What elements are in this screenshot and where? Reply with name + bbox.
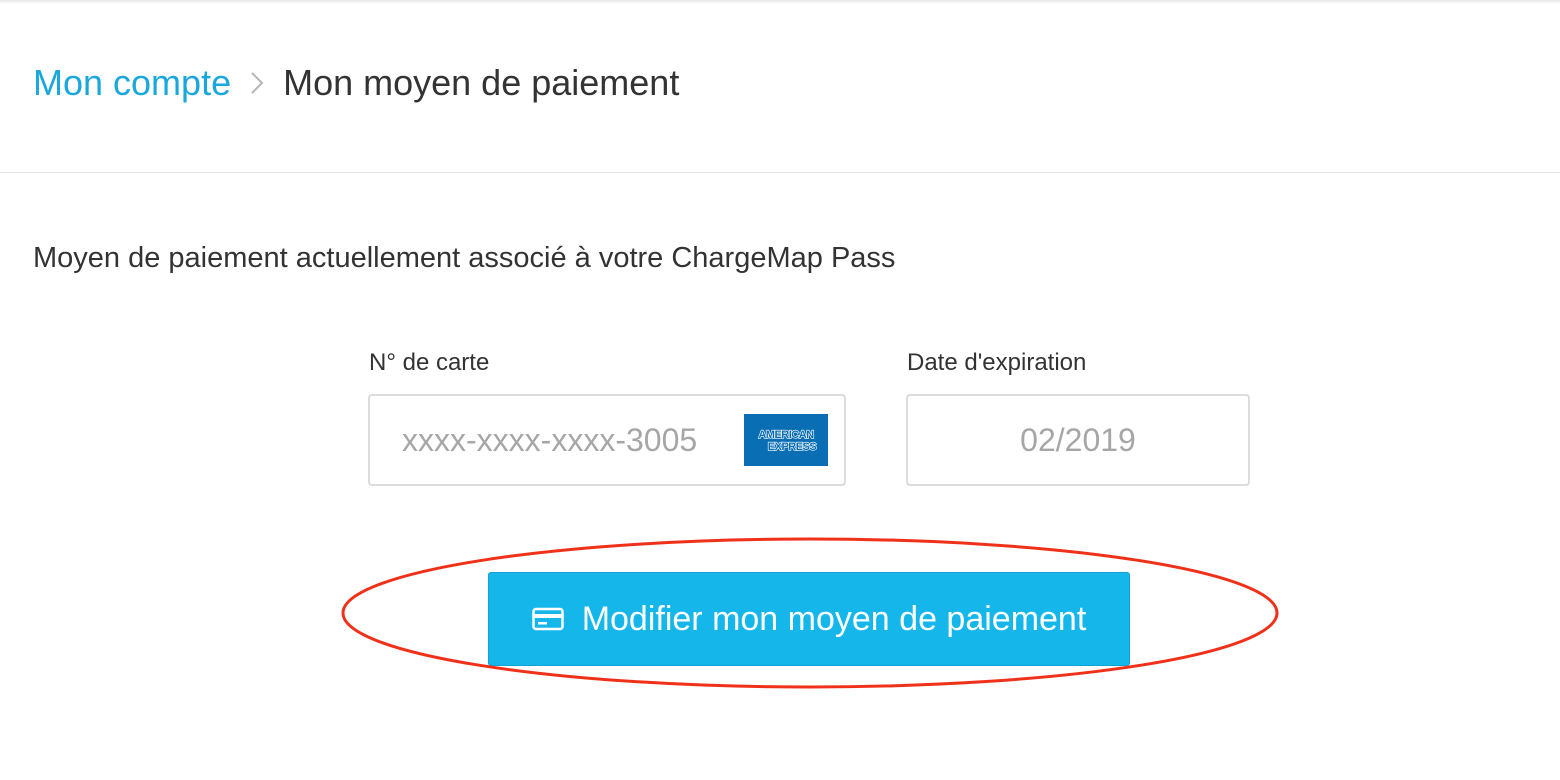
expiration-date-label: Date d'expiration xyxy=(907,349,1087,376)
chevron-right-icon xyxy=(249,70,265,96)
card-number-field: xxxx-xxxx-xxxx-3005 AMERICAN EXPRESS xyxy=(368,394,846,486)
header-divider xyxy=(0,172,1560,173)
breadcrumb-current: Mon moyen de paiement xyxy=(283,62,680,103)
svg-text:EXPRESS: EXPRESS xyxy=(768,441,817,453)
edit-payment-method-label: Modifier mon moyen de paiement xyxy=(581,600,1087,638)
expiration-date-field: 02/2019 xyxy=(906,394,1250,486)
card-number-value: xxxx-xxxx-xxxx-3005 xyxy=(402,422,698,458)
section-title: Moyen de paiement actuellement associé à… xyxy=(33,242,896,274)
american-express-logo: AMERICAN EXPRESS xyxy=(744,414,828,466)
breadcrumb: Mon compte Mon moyen de paiement xyxy=(33,58,679,108)
svg-text:AMERICAN: AMERICAN xyxy=(758,429,814,441)
payment-method-page: Mon compte Mon moyen de paiement Moyen d… xyxy=(0,0,1560,780)
card-number-label: N° de carte xyxy=(369,349,490,376)
edit-payment-method-button[interactable]: Modifier mon moyen de paiement xyxy=(488,572,1130,666)
top-shadow xyxy=(0,0,1560,4)
credit-card-icon xyxy=(531,607,564,631)
breadcrumb-link-mon-compte[interactable]: Mon compte xyxy=(33,58,231,108)
expiration-date-value: 02/2019 xyxy=(1020,422,1136,458)
